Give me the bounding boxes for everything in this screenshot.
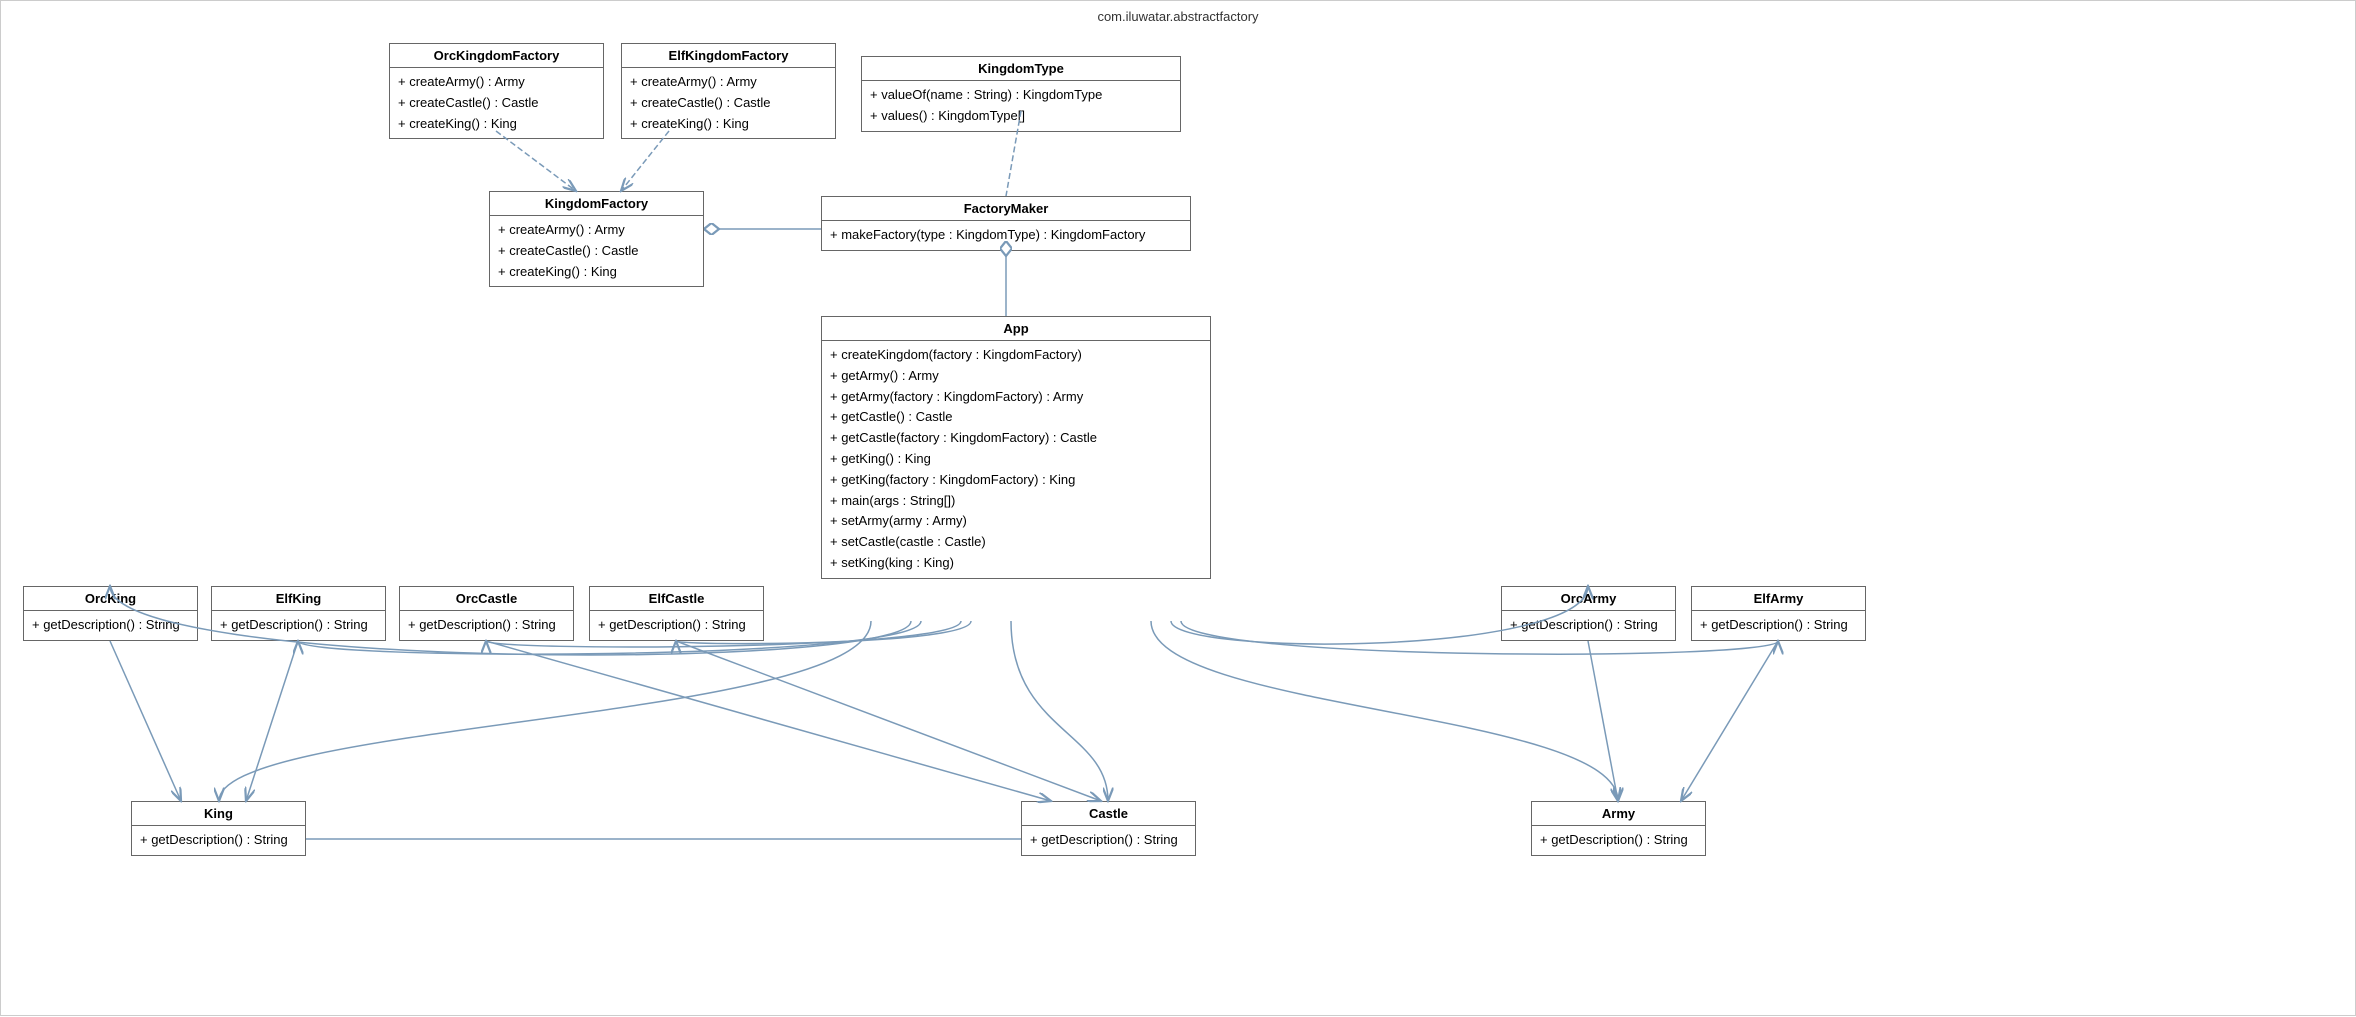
app-box: App + createKingdom(factory : KingdomFac…	[821, 316, 1211, 579]
elf-army-title: ElfArmy	[1692, 587, 1865, 611]
castle-body: + getDescription() : String	[1022, 826, 1195, 855]
elf-kingdom-factory-box: ElfKingdomFactory + createArmy() : Army …	[621, 43, 836, 139]
orc-kingdom-factory-body: + createArmy() : Army + createCastle() :…	[390, 68, 603, 138]
elf-castle-body: + getDescription() : String	[590, 611, 763, 640]
army-box: Army + getDescription() : String	[1531, 801, 1706, 856]
kingdom-factory-box: KingdomFactory + createArmy() : Army + c…	[489, 191, 704, 287]
elf-king-title: ElfKing	[212, 587, 385, 611]
orc-kingdom-factory-box: OrcKingdomFactory + createArmy() : Army …	[389, 43, 604, 139]
orc-army-body: + getDescription() : String	[1502, 611, 1675, 640]
kingdom-factory-body: + createArmy() : Army + createCastle() :…	[490, 216, 703, 286]
app-body: + createKingdom(factory : KingdomFactory…	[822, 341, 1210, 578]
king-body: + getDescription() : String	[132, 826, 305, 855]
orc-king-box: OrcKing + getDescription() : String	[23, 586, 198, 641]
kingdom-factory-title: KingdomFactory	[490, 192, 703, 216]
army-body: + getDescription() : String	[1532, 826, 1705, 855]
orc-castle-box: OrcCastle + getDescription() : String	[399, 586, 574, 641]
elf-king-body: + getDescription() : String	[212, 611, 385, 640]
orc-castle-body: + getDescription() : String	[400, 611, 573, 640]
kingdom-type-body: + valueOf(name : String) : KingdomType +…	[862, 81, 1180, 131]
orc-king-title: OrcKing	[24, 587, 197, 611]
kingdom-type-box: KingdomType + valueOf(name : String) : K…	[861, 56, 1181, 132]
diagram-container: com.iluwatar.abstractfactory OrcKingdomF…	[0, 0, 2356, 1016]
orc-castle-title: OrcCastle	[400, 587, 573, 611]
package-label: com.iluwatar.abstractfactory	[1097, 9, 1258, 24]
elf-army-box: ElfArmy + getDescription() : String	[1691, 586, 1866, 641]
app-title: App	[822, 317, 1210, 341]
factory-maker-body: + makeFactory(type : KingdomType) : King…	[822, 221, 1190, 250]
castle-box: Castle + getDescription() : String	[1021, 801, 1196, 856]
king-box: King + getDescription() : String	[131, 801, 306, 856]
orc-king-body: + getDescription() : String	[24, 611, 197, 640]
factory-maker-box: FactoryMaker + makeFactory(type : Kingdo…	[821, 196, 1191, 251]
castle-title: Castle	[1022, 802, 1195, 826]
elf-king-box: ElfKing + getDescription() : String	[211, 586, 386, 641]
king-title: King	[132, 802, 305, 826]
army-title: Army	[1532, 802, 1705, 826]
orc-army-title: OrcArmy	[1502, 587, 1675, 611]
elf-kingdom-factory-body: + createArmy() : Army + createCastle() :…	[622, 68, 835, 138]
elf-castle-box: ElfCastle + getDescription() : String	[589, 586, 764, 641]
orc-kingdom-factory-title: OrcKingdomFactory	[390, 44, 603, 68]
kingdom-type-title: KingdomType	[862, 57, 1180, 81]
elf-army-body: + getDescription() : String	[1692, 611, 1865, 640]
elf-kingdom-factory-title: ElfKingdomFactory	[622, 44, 835, 68]
elf-castle-title: ElfCastle	[590, 587, 763, 611]
orc-army-box: OrcArmy + getDescription() : String	[1501, 586, 1676, 641]
factory-maker-title: FactoryMaker	[822, 197, 1190, 221]
